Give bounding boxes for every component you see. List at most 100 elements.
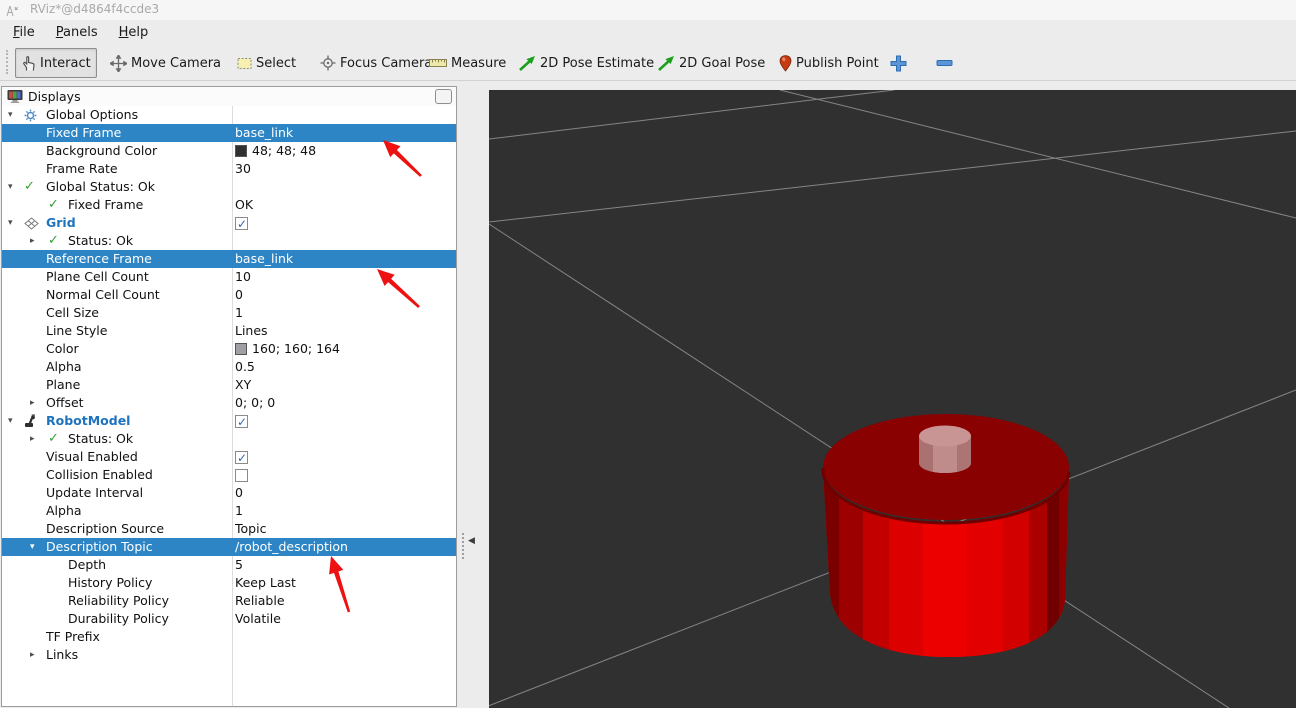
tree-row-description-source[interactable]: Description SourceTopic (2, 520, 456, 538)
tree-row-offset[interactable]: ▸Offset0; 0; 0 (2, 394, 456, 412)
toolbar-button-minus-icon[interactable] (930, 48, 959, 78)
property-value[interactable] (235, 448, 248, 466)
property-name: Fixed Frame (46, 124, 121, 142)
property-name: Cell Size (46, 304, 99, 322)
tree-row-background-color[interactable]: Background Color48; 48; 48 (2, 142, 456, 160)
3d-viewport[interactable] (489, 90, 1296, 708)
toolbar-button-select[interactable]: Select (231, 48, 302, 78)
property-value[interactable]: 0 (235, 484, 243, 502)
toolbar-drag-handle[interactable] (6, 50, 8, 74)
pin-icon (779, 55, 792, 72)
property-value[interactable] (235, 214, 248, 232)
collapsed-arrow-icon[interactable]: ▸ (30, 646, 35, 664)
tree-row-alpha[interactable]: Alpha 0.5 (2, 358, 456, 376)
property-name: Reliability Policy (68, 592, 169, 610)
property-value[interactable]: base_link (235, 124, 293, 142)
property-value[interactable]: 1 (235, 502, 243, 520)
tree-row-status-ok[interactable]: ▸✓Status: Ok (2, 430, 456, 448)
expanded-arrow-icon[interactable]: ▾ (8, 178, 13, 196)
checkbox-checked[interactable] (235, 415, 248, 428)
app-icon (5, 3, 19, 17)
tree-row-plane[interactable]: Plane XY (2, 376, 456, 394)
property-name: Depth (68, 556, 106, 574)
expanded-arrow-icon[interactable]: ▾ (8, 106, 13, 124)
property-value[interactable]: Reliable (235, 592, 285, 610)
expanded-arrow-icon[interactable]: ▾ (30, 538, 35, 556)
toolbar-button-2d-goal-pose[interactable]: 2D Goal Pose (652, 48, 771, 78)
property-value[interactable]: 0 (235, 286, 243, 304)
property-value[interactable] (235, 466, 248, 484)
robot-model-cylinder (823, 414, 1069, 660)
tree-row-links[interactable]: ▸Links (2, 646, 456, 664)
tree-row-durability-policy[interactable]: Durability PolicyVolatile (2, 610, 456, 628)
collapsed-arrow-icon[interactable]: ▸ (30, 232, 35, 250)
property-value[interactable]: 5 (235, 556, 243, 574)
property-value[interactable] (235, 412, 248, 430)
property-value[interactable]: 30 (235, 160, 251, 178)
property-value[interactable]: 48; 48; 48 (235, 142, 316, 160)
toolbar-button-measure[interactable]: Measure (423, 48, 512, 78)
toolbar-button-2d-pose-estimate[interactable]: 2D Pose Estimate (513, 48, 660, 78)
property-value[interactable]: Keep Last (235, 574, 296, 592)
tree-row-status-ok[interactable]: ▸✓Status: Ok (2, 232, 456, 250)
tree-row-update-interval[interactable]: Update Interval0 (2, 484, 456, 502)
collapsed-arrow-icon[interactable]: ▸ (30, 430, 35, 448)
property-value[interactable]: 1 (235, 304, 243, 322)
tree-row-tf-prefix[interactable]: TF Prefix (2, 628, 456, 646)
tree-row-alpha[interactable]: Alpha 1 (2, 502, 456, 520)
collapsed-arrow-icon[interactable]: ▸ (30, 394, 35, 412)
property-name: Frame Rate (46, 160, 118, 178)
tree-row-plane-cell-count[interactable]: Plane Cell Count10 (2, 268, 456, 286)
checkbox-checked[interactable] (235, 451, 248, 464)
tree-row-depth[interactable]: Depth 5 (2, 556, 456, 574)
tree-row-grid[interactable]: ▾Grid (2, 214, 456, 232)
menu-help[interactable]: Help (116, 23, 152, 42)
tree-row-fixed-frame[interactable]: ✓Fixed FrameOK (2, 196, 456, 214)
property-value[interactable]: OK (235, 196, 253, 214)
collapse-panel-arrow-icon[interactable]: ◀ (468, 536, 475, 546)
property-value[interactable]: 10 (235, 268, 251, 286)
tree-row-normal-cell-count[interactable]: Normal Cell Count0 (2, 286, 456, 304)
tree-row-collision-enabled[interactable]: Collision Enabled (2, 466, 456, 484)
property-value[interactable]: Topic (235, 520, 266, 538)
property-value[interactable]: /robot_description (235, 538, 348, 556)
property-name: Plane (46, 376, 80, 394)
checkbox-unchecked[interactable] (235, 469, 248, 482)
toolbar-button-publish-point[interactable]: Publish Point (773, 48, 885, 78)
property-value[interactable]: 160; 160; 164 (235, 340, 340, 358)
property-value[interactable]: base_link (235, 250, 293, 268)
property-value[interactable]: Volatile (235, 610, 281, 628)
property-value[interactable]: 0.5 (235, 358, 255, 376)
tree-row-cell-size[interactable]: Cell Size 1 (2, 304, 456, 322)
menu-panels[interactable]: Panels (53, 23, 101, 42)
tree-row-reliability-policy[interactable]: Reliability Policy Reliable (2, 592, 456, 610)
menu-file[interactable]: File (10, 23, 38, 42)
expanded-arrow-icon[interactable]: ▾ (8, 214, 13, 232)
tree-row-history-policy[interactable]: History PolicyKeep Last (2, 574, 456, 592)
splitter-handle[interactable] (462, 533, 464, 559)
tree-row-global-options[interactable]: ▾Global Options (2, 106, 456, 124)
property-name: Alpha (46, 358, 82, 376)
tree-row-reference-frame[interactable]: Reference Framebase_link (2, 250, 456, 268)
move-icon (110, 55, 127, 72)
tree-row-description-topic[interactable]: ▾Description Topic/robot_description (2, 538, 456, 556)
tree-row-global-status-ok[interactable]: ▾✓Global Status: Ok (2, 178, 456, 196)
expanded-arrow-icon[interactable]: ▾ (8, 412, 13, 430)
toolbar-button-move-camera[interactable]: Move Camera (104, 48, 227, 78)
property-name: Alpha (46, 502, 82, 520)
tree-row-visual-enabled[interactable]: Visual Enabled (2, 448, 456, 466)
toolbar-button-interact[interactable]: Interact (15, 48, 97, 78)
property-value[interactable]: Lines (235, 322, 268, 340)
tree-row-line-style[interactable]: Line StyleLines (2, 322, 456, 340)
green-arrow-icon (658, 56, 675, 71)
panel-header-button[interactable] (435, 89, 452, 104)
tree-row-frame-rate[interactable]: Frame Rate 30 (2, 160, 456, 178)
tree-row-robotmodel[interactable]: ▾RobotModel (2, 412, 456, 430)
toolbar-button-plus-icon[interactable] (884, 48, 913, 78)
toolbar-button-focus-camera[interactable]: Focus Camera (314, 48, 438, 78)
property-value[interactable]: XY (235, 376, 251, 394)
tree-row-fixed-frame[interactable]: Fixed Frame base_link (2, 124, 456, 142)
checkbox-checked[interactable] (235, 217, 248, 230)
property-value[interactable]: 0; 0; 0 (235, 394, 275, 412)
tree-row-color[interactable]: Color160; 160; 164 (2, 340, 456, 358)
